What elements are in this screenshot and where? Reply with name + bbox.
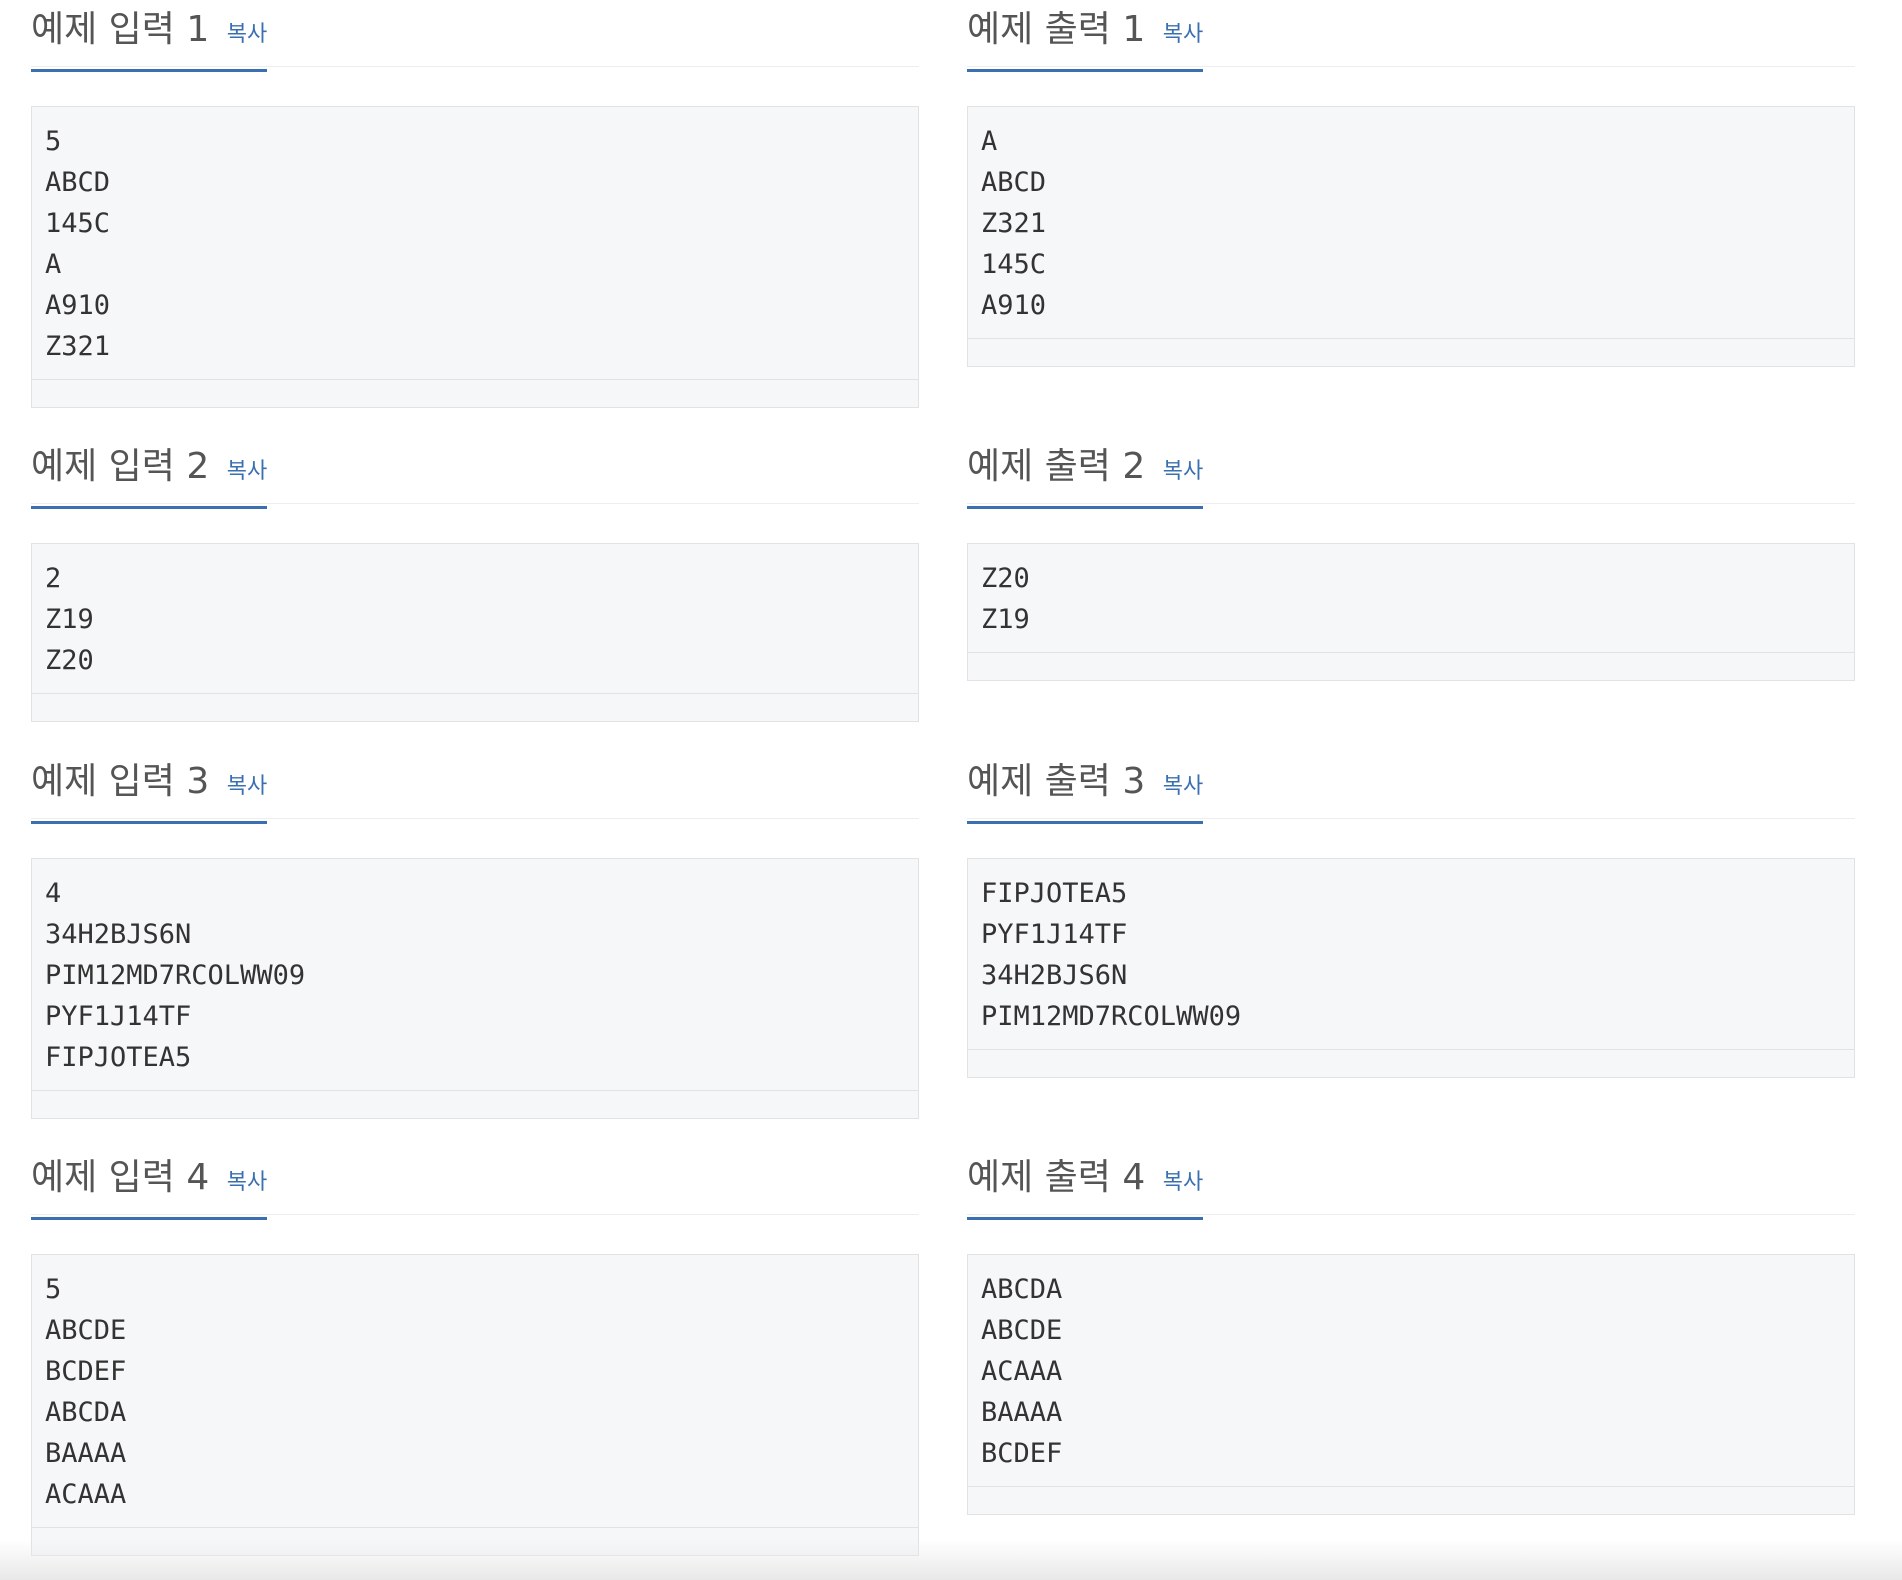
sample-io-page: 예제 입력 1 복사 5 ABCD 145C A A910 Z321 예제 출력… <box>0 0 1902 1580</box>
copy-button[interactable]: 복사 <box>227 774 267 799</box>
sample-input-3-title: 예제 입력 3 복사 <box>31 758 268 824</box>
sample-input-2-box: 2 Z19 Z20 <box>31 543 919 722</box>
sample-input-3-content: 4 34H2BJS6N PIM12MD7RCOLWW09 PYF1J14TF F… <box>32 859 918 1091</box>
sample-input-4-section: 예제 입력 4 복사 5 ABCDE BCDEF ABCDA BAAAA ACA… <box>31 1148 919 1556</box>
sample-output-1-title-text: 예제 출력 1 <box>967 9 1146 50</box>
sample-input-2-content: 2 Z19 Z20 <box>32 544 918 694</box>
copy-button[interactable]: 복사 <box>227 1170 267 1195</box>
sample-output-4-box: ABCDA ABCDE ACAAA BAAAA BCDEF <box>967 1254 1855 1515</box>
sample-input-3-box: 4 34H2BJS6N PIM12MD7RCOLWW09 PYF1J14TF F… <box>31 858 919 1119</box>
sample-output-2-section: 예제 출력 2 복사 Z20 Z19 <box>967 437 1855 681</box>
sample-output-2-headline: 예제 출력 2 복사 <box>967 437 1855 509</box>
sample-input-2-headline: 예제 입력 2 복사 <box>31 437 919 509</box>
sample-output-4-title: 예제 출력 4 복사 <box>967 1154 1204 1220</box>
sample-input-1-title: 예제 입력 1 복사 <box>31 6 268 72</box>
copy-button[interactable]: 복사 <box>227 459 267 484</box>
sample-output-3-title-text: 예제 출력 3 <box>967 761 1146 802</box>
sample-output-1-title: 예제 출력 1 복사 <box>967 6 1204 72</box>
sample-input-4-headline: 예제 입력 4 복사 <box>31 1148 919 1220</box>
sample-input-1-section: 예제 입력 1 복사 5 ABCD 145C A A910 Z321 <box>31 0 919 408</box>
sample-input-4-title: 예제 입력 4 복사 <box>31 1154 268 1220</box>
sample-output-4-title-text: 예제 출력 4 <box>967 1157 1146 1198</box>
copy-button[interactable]: 복사 <box>1163 774 1203 799</box>
horizontal-scrollbar[interactable] <box>32 694 918 721</box>
sample-output-1-headline: 예제 출력 1 복사 <box>967 0 1855 72</box>
sample-input-2-title-text: 예제 입력 2 <box>31 446 210 487</box>
sample-output-4-section: 예제 출력 4 복사 ABCDA ABCDE ACAAA BAAAA BCDEF <box>967 1148 1855 1515</box>
sample-input-4-content: 5 ABCDE BCDEF ABCDA BAAAA ACAAA <box>32 1255 918 1528</box>
sample-output-3-content: FIPJOTEA5 PYF1J14TF 34H2BJS6N PIM12MD7RC… <box>968 859 1854 1050</box>
horizontal-scrollbar[interactable] <box>968 1050 1854 1077</box>
sample-output-2-title-text: 예제 출력 2 <box>967 446 1146 487</box>
sample-output-4-headline: 예제 출력 4 복사 <box>967 1148 1855 1220</box>
sample-input-1-headline: 예제 입력 1 복사 <box>31 0 919 72</box>
sample-output-2-box: Z20 Z19 <box>967 543 1855 681</box>
bottom-fade <box>0 1540 1902 1580</box>
sample-output-3-section: 예제 출력 3 복사 FIPJOTEA5 PYF1J14TF 34H2BJS6N… <box>967 752 1855 1078</box>
sample-input-1-content: 5 ABCD 145C A A910 Z321 <box>32 107 918 380</box>
sample-input-2-section: 예제 입력 2 복사 2 Z19 Z20 <box>31 437 919 722</box>
sample-input-4-box: 5 ABCDE BCDEF ABCDA BAAAA ACAAA <box>31 1254 919 1556</box>
horizontal-scrollbar[interactable] <box>32 380 918 407</box>
sample-output-3-title: 예제 출력 3 복사 <box>967 758 1204 824</box>
sample-output-4-content: ABCDA ABCDE ACAAA BAAAA BCDEF <box>968 1255 1854 1487</box>
sample-input-2-title: 예제 입력 2 복사 <box>31 443 268 509</box>
horizontal-scrollbar[interactable] <box>968 339 1854 366</box>
sample-input-3-title-text: 예제 입력 3 <box>31 761 210 802</box>
horizontal-scrollbar[interactable] <box>968 653 1854 680</box>
sample-input-3-section: 예제 입력 3 복사 4 34H2BJS6N PIM12MD7RCOLWW09 … <box>31 752 919 1119</box>
sample-output-3-headline: 예제 출력 3 복사 <box>967 752 1855 824</box>
copy-button[interactable]: 복사 <box>1163 22 1203 47</box>
sample-input-3-headline: 예제 입력 3 복사 <box>31 752 919 824</box>
horizontal-scrollbar[interactable] <box>32 1091 918 1118</box>
copy-button[interactable]: 복사 <box>1163 1170 1203 1195</box>
sample-output-2-content: Z20 Z19 <box>968 544 1854 653</box>
sample-output-1-content: A ABCD Z321 145C A910 <box>968 107 1854 339</box>
sample-output-2-title: 예제 출력 2 복사 <box>967 443 1204 509</box>
sample-input-1-box: 5 ABCD 145C A A910 Z321 <box>31 106 919 408</box>
sample-output-1-section: 예제 출력 1 복사 A ABCD Z321 145C A910 <box>967 0 1855 367</box>
sample-input-4-title-text: 예제 입력 4 <box>31 1157 210 1198</box>
sample-output-3-box: FIPJOTEA5 PYF1J14TF 34H2BJS6N PIM12MD7RC… <box>967 858 1855 1078</box>
sample-input-1-title-text: 예제 입력 1 <box>31 9 210 50</box>
copy-button[interactable]: 복사 <box>227 22 267 47</box>
sample-output-1-box: A ABCD Z321 145C A910 <box>967 106 1855 367</box>
copy-button[interactable]: 복사 <box>1163 459 1203 484</box>
horizontal-scrollbar[interactable] <box>968 1487 1854 1514</box>
